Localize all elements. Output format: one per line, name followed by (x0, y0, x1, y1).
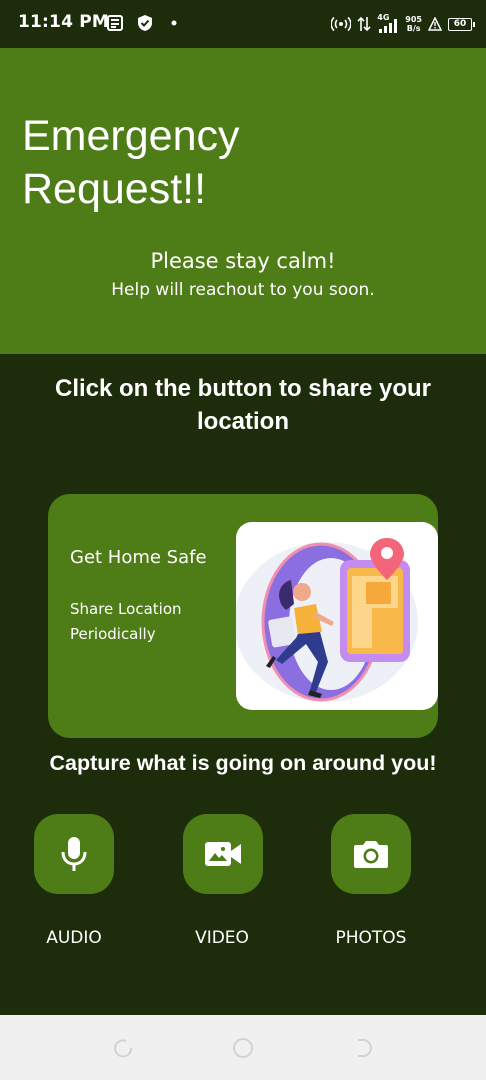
page-title: Emergency Request!! (22, 110, 322, 216)
network-speed: 905 B/s (405, 15, 422, 33)
title-line-2: Request!! (22, 165, 207, 213)
microphone-icon (61, 837, 87, 871)
card-title: Get Home Safe (70, 547, 207, 568)
video-camera-icon (205, 842, 241, 866)
status-time: 11:14 PM (18, 12, 110, 32)
capture-heading: Capture what is going on around you! (49, 751, 437, 775)
camera-icon (354, 841, 388, 868)
video-button[interactable] (183, 814, 263, 894)
share-location-heading: Click on the button to share your locati… (54, 375, 432, 435)
back-icon[interactable] (352, 1037, 374, 1059)
speed-value: 905 (405, 15, 422, 24)
running-woman-map-illustration (236, 538, 418, 702)
news-icon (107, 15, 123, 31)
shield-icon (138, 15, 152, 31)
hotspot-icon (331, 16, 352, 32)
get-home-safe-card[interactable]: Get Home Safe Share Location Periodicall… (48, 494, 438, 738)
calm-message: Please stay calm! (150, 249, 336, 273)
status-icons: 4G 905 B/s 60 (331, 10, 475, 38)
video-label: VIDEO (195, 928, 249, 948)
location-illustration (236, 522, 438, 710)
warning-icon (428, 17, 442, 31)
audio-button[interactable] (34, 814, 114, 894)
photos-button[interactable] (331, 814, 411, 894)
system-nav-bar (0, 1015, 486, 1080)
data-transfer-icon (357, 16, 371, 32)
home-icon[interactable] (232, 1037, 254, 1059)
header-banner: Emergency Request!! Please stay calm! He… (0, 48, 486, 354)
title-line-1: Emergency (22, 112, 240, 160)
notification-dot-icon (171, 20, 177, 26)
signal-icon (379, 19, 398, 33)
photos-label: PHOTOS (335, 928, 407, 948)
card-description: Share Location Periodically (70, 600, 182, 643)
battery-icon: 60 (448, 17, 475, 31)
signal-group: 4G (377, 13, 399, 33)
audio-label: AUDIO (46, 928, 102, 948)
recent-apps-icon[interactable] (112, 1037, 134, 1059)
status-bar: 11:14 PM 4G 905 B/s 60 (0, 0, 486, 48)
help-message: Help will reachout to you soon. (111, 280, 375, 300)
speed-unit: B/s (406, 24, 421, 33)
